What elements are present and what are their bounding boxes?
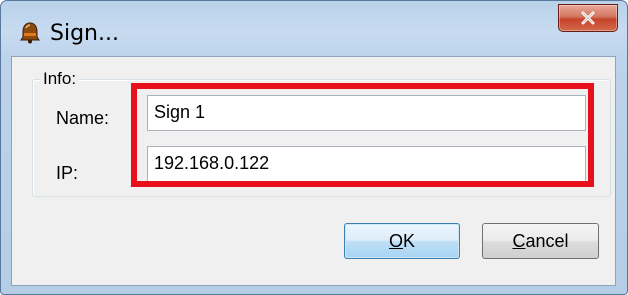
ok-label-rest: K <box>403 230 416 251</box>
close-icon <box>581 11 595 25</box>
ip-label: IP: <box>56 163 79 183</box>
bell-icon <box>20 22 40 44</box>
ok-mnemonic: O <box>388 230 403 251</box>
cancel-mnemonic: C <box>512 230 526 251</box>
window-title: Sign... <box>50 21 119 46</box>
name-label: Name: <box>56 108 110 128</box>
highlight-box <box>131 83 594 187</box>
dialog-window: Sign... Info: Name: Sign 1 IP: 192.168.0… <box>0 0 628 295</box>
ok-button[interactable]: OK <box>344 223 460 259</box>
cancel-label-rest: ancel <box>525 230 569 251</box>
info-group-label: Info: <box>40 69 80 89</box>
close-button[interactable] <box>558 4 618 32</box>
cancel-button[interactable]: Cancel <box>482 223 599 259</box>
title-bar[interactable]: Sign... <box>1 1 627 56</box>
dialog-client-area: Info: Name: Sign 1 IP: 192.168.0.122 OK … <box>11 56 616 286</box>
